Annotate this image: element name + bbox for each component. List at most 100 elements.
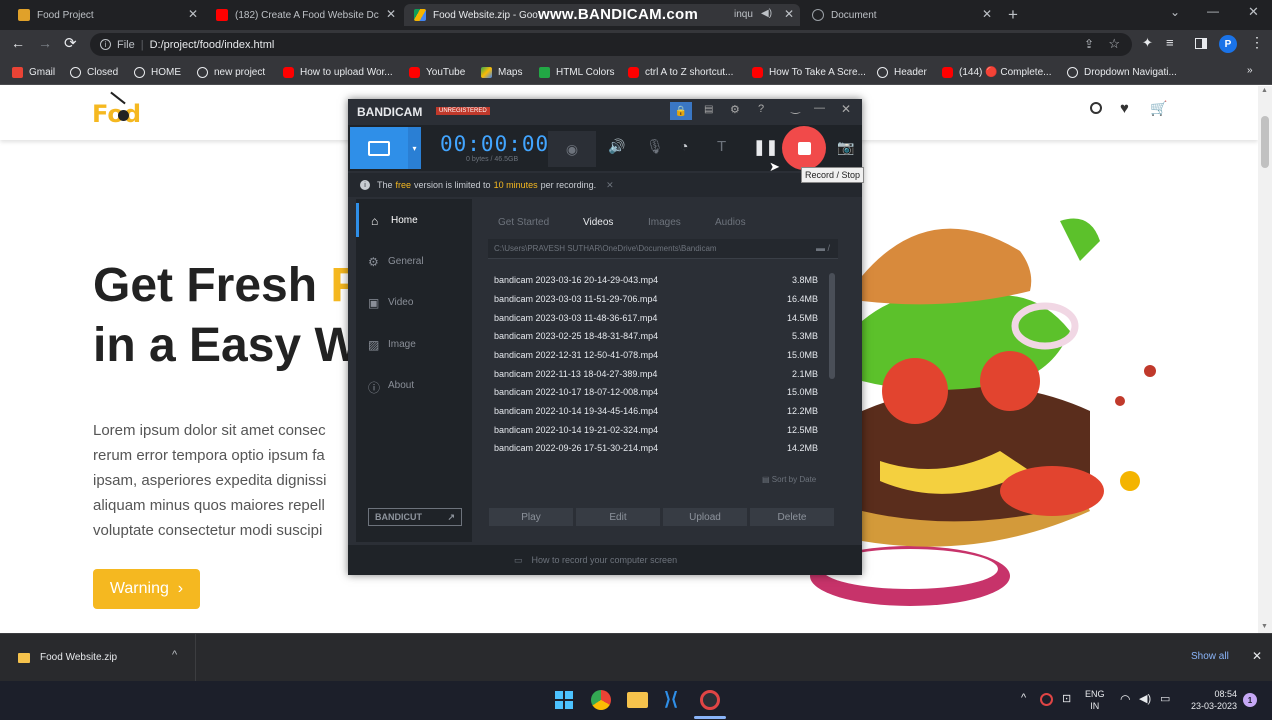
close-tab-icon[interactable]: ✕: [784, 7, 794, 21]
media-control-icon[interactable]: ≡: [1166, 35, 1174, 50]
share-icon[interactable]: ⇪: [1084, 37, 1094, 51]
tab-videos[interactable]: Videos: [583, 217, 613, 228]
sort-by-date[interactable]: ▤ Sort by Date: [762, 475, 816, 484]
tray-bandicam-icon[interactable]: [1040, 693, 1053, 706]
help-icon[interactable]: ?: [758, 103, 764, 115]
play-button[interactable]: Play: [489, 508, 573, 526]
minimize-icon[interactable]: —: [814, 102, 825, 114]
page-scrollbar[interactable]: ▲ ▼: [1258, 86, 1272, 633]
volume-icon[interactable]: ◀): [1139, 692, 1151, 705]
camera-icon[interactable]: 📷: [837, 139, 854, 156]
close-window-icon[interactable]: ✕: [1248, 4, 1259, 20]
text-overlay-icon[interactable]: T: [717, 138, 726, 155]
tray-network-card-icon[interactable]: ⊡: [1062, 692, 1071, 705]
upload-button[interactable]: Upload: [663, 508, 747, 526]
list-item[interactable]: bandicam 2022-09-26 17-51-30-214.mp4 14.2…: [494, 443, 818, 461]
list-item[interactable]: bandicam 2022-10-14 19-34-45-146.mp4 12.2…: [494, 406, 818, 424]
edit-button[interactable]: Edit: [576, 508, 660, 526]
list-item[interactable]: bandicam 2022-12-31 12-50-41-078.mp4 15.0…: [494, 350, 818, 368]
folder-icon[interactable]: ▤: [704, 104, 713, 115]
info-icon[interactable]: i: [100, 39, 111, 50]
list-item[interactable]: bandicam 2023-03-16 20-14-29-043.mp4 3.8M…: [494, 275, 818, 293]
tray-chevron-up-icon[interactable]: ^: [1021, 692, 1026, 704]
bookmark-home[interactable]: HOME: [134, 64, 181, 80]
webcam-off-icon[interactable]: ◉: [548, 131, 596, 167]
gear-icon[interactable]: ⚙: [730, 103, 740, 116]
sidebar-item-about[interactable]: ⓘ About: [356, 368, 472, 402]
speaker-icon[interactable]: 🔊: [608, 138, 625, 155]
site-logo[interactable]: Fod: [92, 91, 141, 128]
bandicam-footer[interactable]: ▭ How to record your computer screen: [348, 545, 862, 575]
extensions-puzzle-icon[interactable]: ✦: [1142, 35, 1153, 51]
notification-badge[interactable]: 1: [1243, 693, 1257, 707]
tab-images[interactable]: Images: [648, 217, 681, 228]
cursor-effect-icon[interactable]: ◔: [680, 138, 688, 154]
bandicam-taskbar-icon[interactable]: [700, 690, 720, 710]
chrome-app-icon[interactable]: [591, 690, 611, 710]
list-item[interactable]: bandicam 2023-03-03 11-51-29-706.mp4 16.4…: [494, 294, 818, 312]
chevron-up-icon[interactable]: ^: [172, 649, 177, 661]
show-all-link[interactable]: Show all: [1191, 651, 1229, 662]
omnibox[interactable]: i File | D:/project/food/index.html ⇪ ☆: [90, 33, 1132, 56]
vscode-icon[interactable]: ⟩⟨: [664, 689, 678, 710]
windows-start-icon[interactable]: [555, 691, 573, 709]
open-folder-icon[interactable]: ▬ /: [816, 243, 830, 253]
lock-icon[interactable]: 🔒: [670, 102, 692, 120]
close-tab-icon[interactable]: ✕: [982, 7, 992, 21]
pause-icon[interactable]: ❚❚: [753, 138, 778, 156]
bookmark-complete[interactable]: (144) 🔴 Complete...: [942, 64, 1052, 80]
mode-dropdown-icon[interactable]: ▾: [408, 127, 421, 169]
bookmark-maps[interactable]: Maps: [481, 64, 522, 80]
language-indicator[interactable]: ENG IN: [1085, 688, 1105, 712]
side-panel-icon[interactable]: [1195, 38, 1207, 49]
bookmark-screenshot[interactable]: How To Take A Scre...: [752, 64, 866, 80]
minimize-window-icon[interactable]: —: [1207, 4, 1219, 18]
bookmark-gmail[interactable]: Gmail: [12, 64, 55, 80]
bookmark-closed[interactable]: Closed: [70, 64, 118, 80]
close-notice-icon[interactable]: ✕: [606, 180, 614, 191]
scrollbar-thumb[interactable]: [1261, 116, 1269, 168]
profile-avatar[interactable]: P: [1219, 35, 1237, 53]
new-tab-plus-icon[interactable]: +: [1008, 5, 1018, 25]
bookmark-header[interactable]: Header: [877, 64, 927, 80]
sidebar-item-image[interactable]: ▨ Image: [356, 327, 472, 361]
screen-mode-button[interactable]: [350, 127, 408, 169]
tab-search-chevron-icon[interactable]: ⌄: [1170, 5, 1180, 19]
list-item[interactable]: bandicam 2022-10-14 19-21-02-324.mp4 12.5…: [494, 425, 818, 443]
close-download-bar-icon[interactable]: ✕: [1252, 649, 1262, 663]
compact-mode-icon[interactable]: ‿: [791, 101, 800, 114]
bookmark-dropdown[interactable]: Dropdown Navigati...: [1067, 64, 1177, 80]
search-icon[interactable]: [1090, 102, 1102, 114]
bookmark-star-icon[interactable]: ☆: [1108, 36, 1120, 52]
bookmark-new-project[interactable]: new project: [197, 64, 265, 80]
close-icon[interactable]: ✕: [841, 102, 851, 116]
tab-document[interactable]: Document ✕: [802, 4, 998, 26]
list-item[interactable]: bandicam 2022-10-17 18-07-12-008.mp4 15.0…: [494, 387, 818, 405]
clock[interactable]: 08:54 23-03-2023: [1185, 688, 1237, 712]
bookmark-ctrl-shortcuts[interactable]: ctrl A to Z shortcut...: [628, 64, 733, 80]
download-item[interactable]: Food Website.zip ^: [0, 634, 196, 681]
menu-kebab-icon[interactable]: ⋮: [1250, 34, 1264, 51]
wifi-icon[interactable]: ◠: [1120, 692, 1130, 706]
list-item[interactable]: bandicam 2022-11-13 18-04-27-389.mp4 2.1M…: [494, 369, 818, 387]
sidebar-item-video[interactable]: ▣ Video: [356, 285, 472, 319]
record-stop-button[interactable]: [782, 126, 826, 170]
delete-button[interactable]: Delete: [750, 508, 834, 526]
file-explorer-icon[interactable]: [627, 692, 648, 708]
forward-arrow-icon[interactable]: →: [38, 35, 52, 51]
bandicut-button[interactable]: BANDICUT ↗: [368, 508, 462, 526]
tab-audios[interactable]: Audios: [715, 217, 746, 228]
sidebar-item-home[interactable]: ⌂ Home: [356, 203, 472, 237]
heart-icon[interactable]: ♥: [1120, 100, 1129, 117]
close-tab-icon[interactable]: ✕: [386, 7, 396, 21]
tab-food-project[interactable]: Food Project ✕: [8, 4, 204, 26]
list-item[interactable]: bandicam 2023-02-25 18-48-31-847.mp4 5.3M…: [494, 331, 818, 349]
scroll-down-icon[interactable]: ▼: [1261, 623, 1268, 630]
scroll-up-icon[interactable]: ▲: [1261, 87, 1268, 94]
cart-icon[interactable]: 🛒: [1150, 100, 1167, 117]
more-bookmarks-icon[interactable]: »: [1247, 65, 1253, 76]
tab-google-drive[interactable]: Food Website.zip - Goo www.BANDICAM.com …: [404, 4, 800, 26]
bookmark-how-to-upload[interactable]: How to upload Wor...: [283, 64, 393, 80]
reload-icon[interactable]: ⟳: [64, 34, 77, 52]
bookmark-youtube[interactable]: YouTube: [409, 64, 465, 80]
